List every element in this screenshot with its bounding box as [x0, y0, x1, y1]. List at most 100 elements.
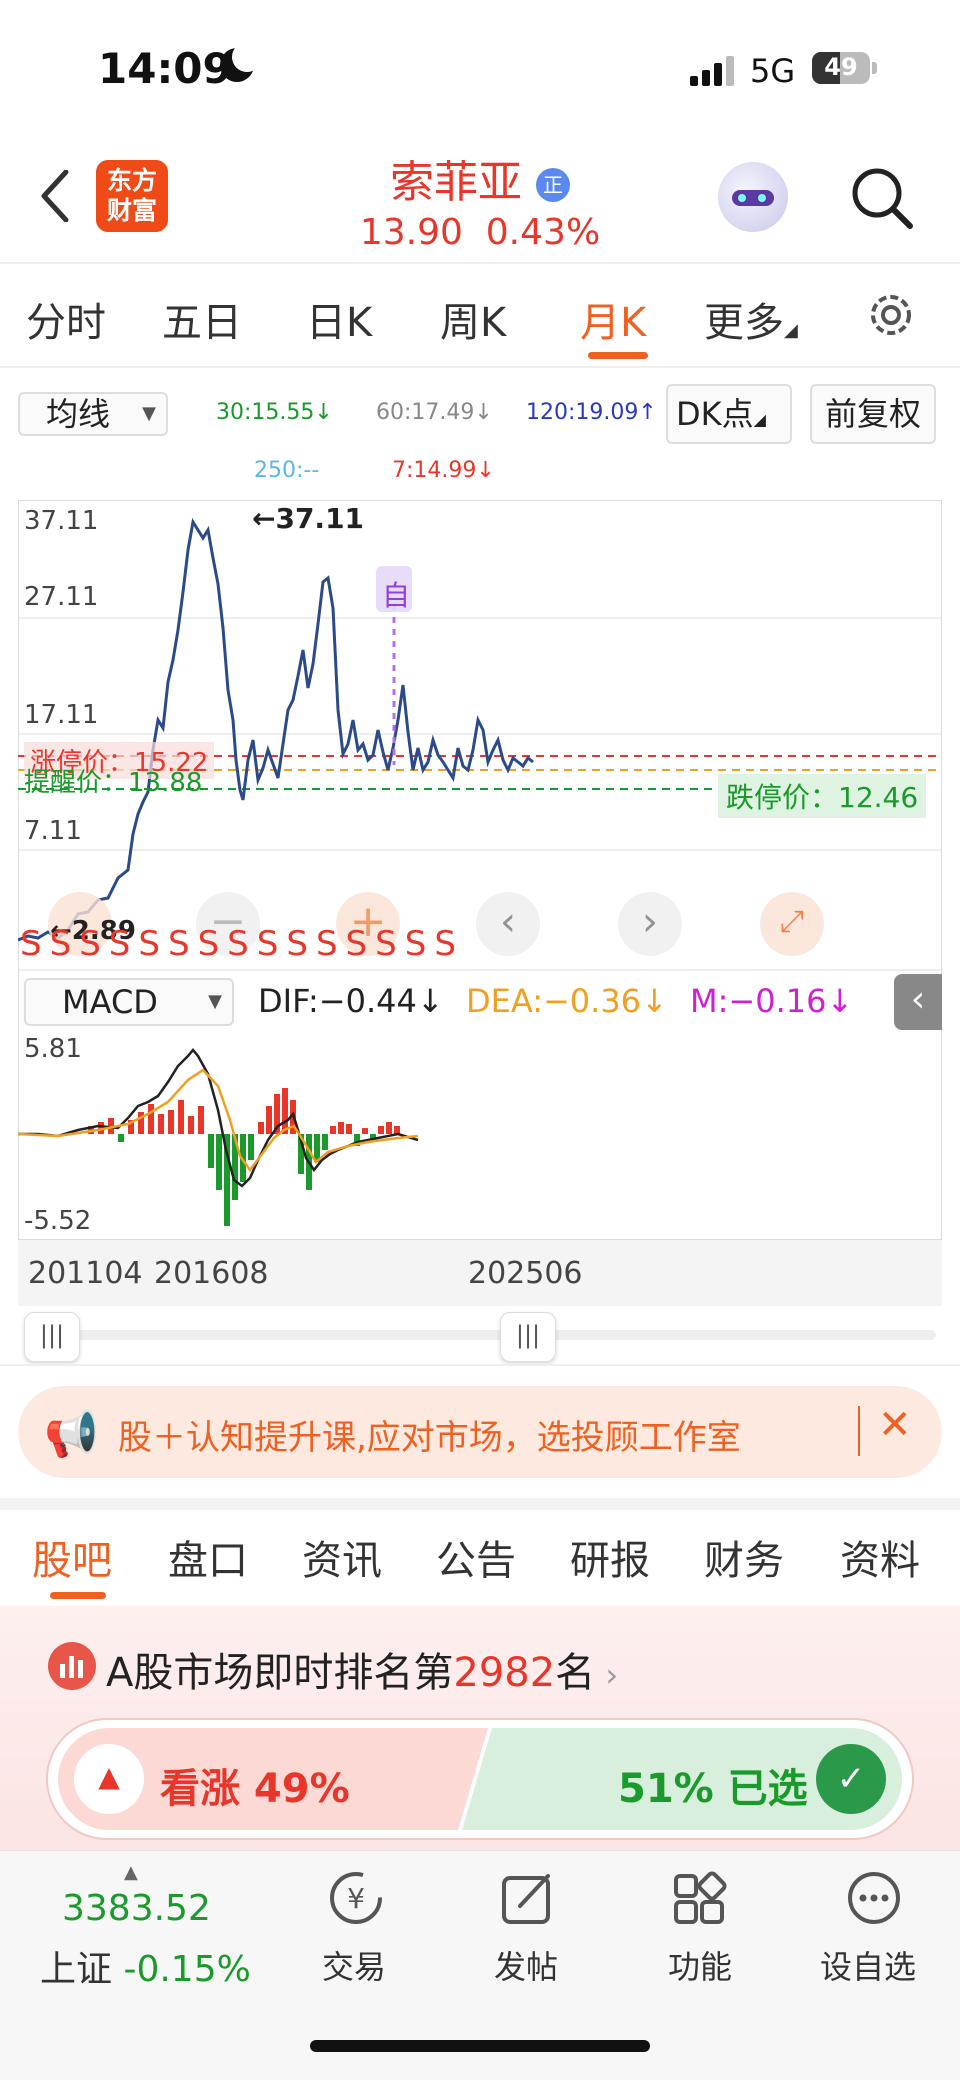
nav-trade[interactable]: 交易	[322, 1942, 386, 1988]
svg-text:¥: ¥	[347, 1882, 365, 1915]
sell-signal: S	[434, 924, 464, 964]
tab-daily-k[interactable]: 日K	[306, 290, 372, 348]
bullish-percent: 看涨 49%	[160, 1766, 350, 1812]
nav-add-watchlist[interactable]: 设自选	[820, 1942, 916, 1988]
tab-five-day[interactable]: 五日	[162, 290, 242, 348]
adjust-price-button[interactable]: 前复权	[810, 384, 936, 444]
sell-signal: S	[375, 924, 405, 964]
m-value: M:−0.16↓	[690, 982, 854, 1020]
functions-grid-icon	[674, 1871, 727, 1924]
y-axis-label: 7.11	[24, 816, 82, 846]
stock-price-line: 13.90 0.43%	[0, 212, 960, 253]
y-axis-label: 17.11	[24, 700, 99, 730]
self-marker-label[interactable]: 自	[382, 574, 410, 614]
checkmark-icon[interactable]: ✓	[816, 1744, 886, 1814]
tab-profile[interactable]: 资料	[840, 1528, 920, 1586]
active-subtab-indicator	[50, 1592, 106, 1599]
scroll-left-button[interactable]: ‹	[476, 892, 540, 956]
tab-weekly-k[interactable]: 周K	[440, 290, 506, 348]
tab-forum[interactable]: 股吧	[32, 1528, 112, 1586]
battery-icon: 49	[812, 52, 870, 84]
x-axis-label: 201104	[28, 1256, 143, 1291]
indicator-selector[interactable]: MACD ▼	[24, 978, 234, 1026]
ranking-text[interactable]: A股市场即时排名第2982名 ›	[106, 1640, 618, 1698]
tab-finance[interactable]: 财务	[704, 1528, 784, 1586]
macd-top-label: 5.81	[24, 1034, 82, 1064]
dk-point-button[interactable]: DK点◢	[666, 384, 792, 444]
chevron-right-icon: ›	[595, 1656, 619, 1694]
chevron-left-icon: ‹	[500, 899, 516, 945]
caret-down-icon: ◢	[784, 320, 798, 341]
home-indicator[interactable]	[310, 2040, 650, 2052]
status-bar: 14:09 5G 49	[0, 0, 960, 140]
macd-chart-svg	[18, 1048, 942, 1240]
triangle-up-icon: ▲	[98, 1760, 120, 1793]
bearish-percent: 51% 已选	[618, 1766, 808, 1812]
scroll-right-button[interactable]: ›	[618, 892, 682, 956]
chevron-right-icon: ›	[642, 899, 658, 945]
sell-signal: S	[315, 924, 346, 964]
settings-gear-icon[interactable]	[864, 288, 918, 342]
trade-yuan-icon: ¥	[330, 1872, 382, 1924]
remind-label: 提醒价：13.88	[24, 768, 203, 798]
close-icon[interactable]: ✕	[878, 1402, 912, 1448]
sell-signal: S	[108, 924, 139, 964]
more-dots-icon	[848, 1872, 900, 1924]
collapse-panel-button[interactable]: ‹	[894, 974, 942, 1030]
ma7-value: 7:14.99↓	[392, 458, 495, 483]
range-slider-right-handle[interactable]: |||	[500, 1312, 556, 1362]
stock-change: 0.43%	[485, 212, 601, 253]
active-tab-indicator	[588, 352, 648, 359]
x-axis-label: 201608	[154, 1256, 269, 1291]
chevron-left-icon: ‹	[910, 979, 926, 1020]
robot-assistant-icon[interactable]	[718, 162, 788, 232]
tab-announcements[interactable]: 公告	[436, 1528, 516, 1586]
stock-name: 索菲亚 正	[0, 146, 960, 210]
y-axis-label: 27.11	[24, 582, 99, 612]
search-icon[interactable]	[850, 166, 914, 230]
tab-news[interactable]: 资讯	[302, 1528, 382, 1586]
promo-banner[interactable]: 📢 股＋认知提升课,应对市场，选投顾工作室 ✕	[18, 1386, 942, 1478]
promo-text: 股＋认知提升课,应对市场，选投顾工作室	[118, 1418, 741, 1458]
dropdown-icon: ▼	[142, 403, 156, 424]
limit-down-label: 跌停价：12.46	[718, 774, 927, 818]
tab-research[interactable]: 研报	[570, 1528, 650, 1586]
expand-icon: ⤢	[780, 904, 804, 939]
ranking-chart-icon	[48, 1642, 96, 1690]
index-value[interactable]: 3383.52	[62, 1888, 211, 1929]
dif-value: DIF:−0.44↓	[258, 982, 444, 1020]
tab-monthly-k[interactable]: 月K	[580, 290, 646, 348]
sell-signal: S	[227, 924, 257, 964]
fullscreen-button[interactable]: ⤢	[760, 892, 824, 956]
nav-post[interactable]: 发帖	[494, 1942, 558, 1988]
ma-selector[interactable]: 均线 ▼	[18, 392, 168, 436]
tab-intraday[interactable]: 分时	[26, 290, 106, 348]
sell-signal: S	[256, 924, 287, 964]
sell-signal: S	[138, 924, 168, 964]
tab-orderbook[interactable]: 盘口	[168, 1528, 248, 1586]
sell-signal-row: SSSSSSSSSSSSSSS	[20, 924, 464, 964]
ma120-value: 120:19.09↑	[526, 400, 657, 425]
range-slider-left-handle[interactable]: |||	[24, 1312, 80, 1362]
tab-more[interactable]: 更多◢	[704, 290, 798, 348]
sell-signal: S	[79, 924, 109, 964]
sell-signal: S	[20, 924, 50, 964]
bullish-vote-button[interactable]: ▲	[74, 1744, 144, 1814]
y-axis-label: 37.11	[24, 506, 99, 536]
sell-signal: S	[286, 924, 316, 964]
status-time: 14:09	[98, 44, 232, 93]
dropdown-icon: ▼	[208, 991, 222, 1012]
high-price-label: ←37.11	[252, 502, 365, 535]
x-axis-label: 202506	[468, 1256, 583, 1291]
sell-signal: S	[197, 924, 228, 964]
megaphone-icon: 📢	[44, 1409, 99, 1460]
range-slider-track[interactable]	[24, 1330, 936, 1340]
index-label[interactable]: 上证 -0.15%	[40, 1940, 251, 1992]
ma250-value: 250:--	[254, 458, 320, 483]
ma30-value: 30:15.55↓	[216, 400, 333, 425]
exchange-badge: 正	[536, 168, 570, 202]
macd-bottom-label: -5.52	[24, 1206, 92, 1236]
nav-functions[interactable]: 功能	[668, 1942, 732, 1988]
battery-level: 49	[824, 53, 858, 81]
index-arrow-icon: ▲	[124, 1862, 138, 1883]
